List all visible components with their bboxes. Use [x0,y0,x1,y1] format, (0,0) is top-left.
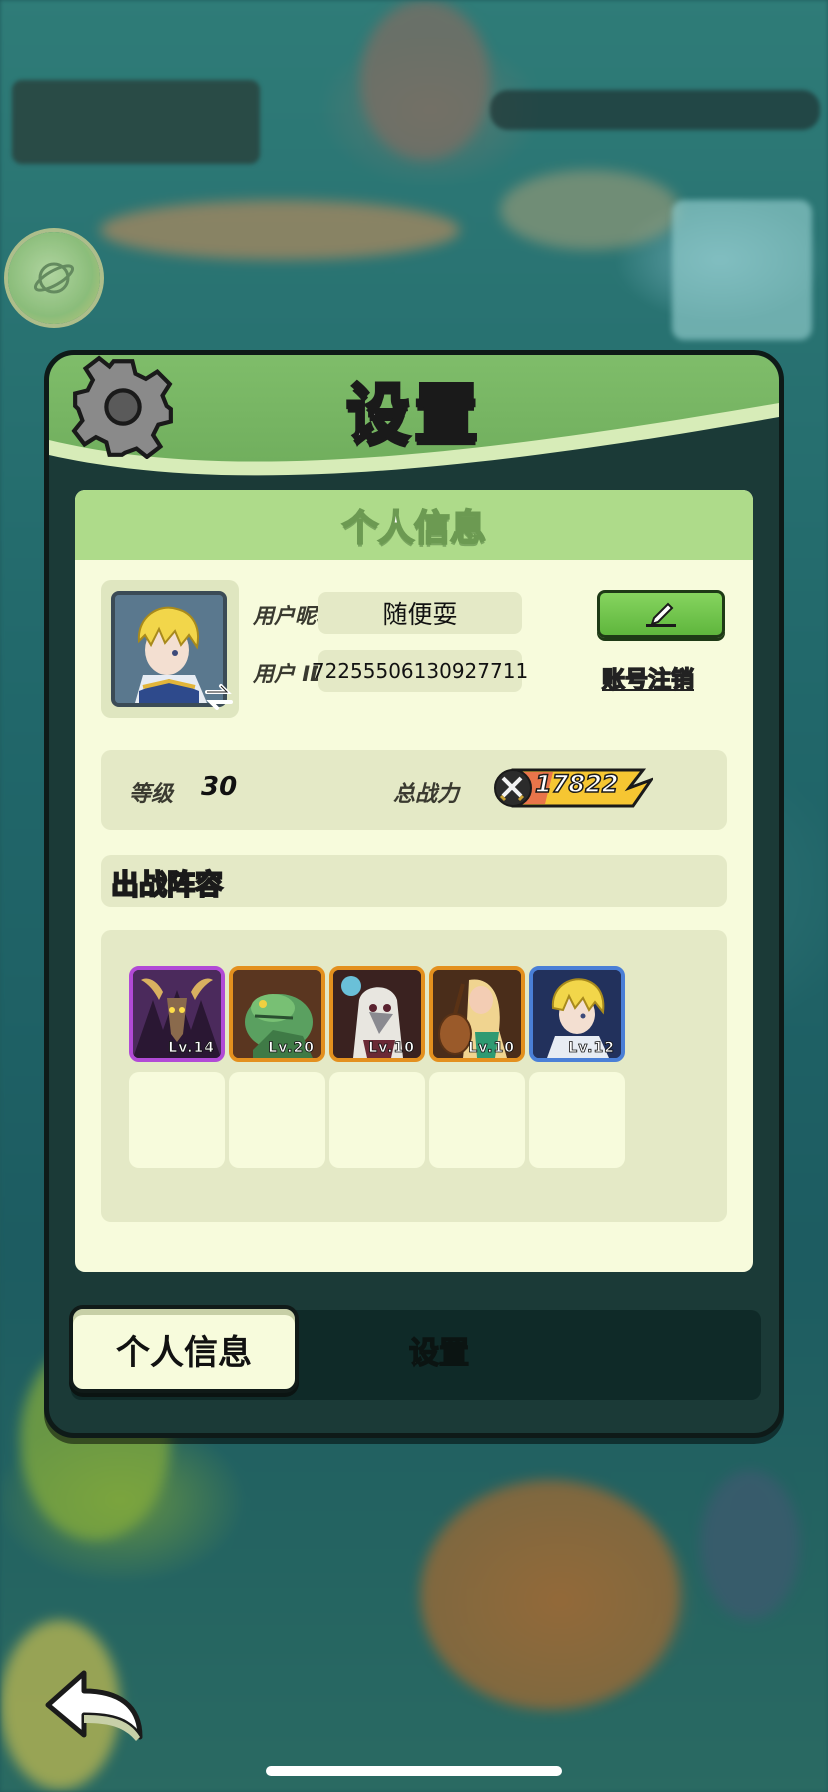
planet-icon[interactable] [8,232,100,324]
lineup-grid: Lv.14 Lv.20 Lv.10 Lv.10 Lv.12 [101,930,727,1222]
hero-level: Lv.12 [568,1040,615,1057]
empty-lineup-slot[interactable] [529,1072,625,1168]
dialog-header: 设置 [49,355,779,495]
edit-nickname-button[interactable] [597,590,725,638]
hero-card-blonde-knight[interactable]: Lv.12 [529,966,625,1062]
lineup-title: 出战阵容 [110,867,224,902]
resource-bar-blurred [490,90,820,130]
profile-panel: 个人信息 用户昵称 随便耍 用户 ID 72255506130927711 账号… [75,490,753,1272]
account-deletion-link[interactable]: 账号注销 [601,660,695,694]
back-arrow-icon[interactable] [40,1665,150,1745]
hero-card-goat-demon[interactable]: Lv.14 [129,966,225,1062]
hero-level: Lv.10 [368,1040,415,1057]
level-value: 30 [201,772,238,802]
power-label: 总战力 [393,782,460,807]
empty-lineup-slot[interactable] [329,1072,425,1168]
level-label: 等级 [129,782,174,807]
hero-card-plague-doctor[interactable]: Lv.10 [329,966,425,1062]
minimap-blurred [672,200,812,340]
profile-section-title: 个人信息 [75,490,753,560]
pencil-icon [646,602,676,627]
stats-bar: 等级 30 总战力 17822 [101,750,727,830]
empty-lineup-slot[interactable] [229,1072,325,1168]
home-indicator[interactable] [266,1766,562,1776]
user-id-field: 72255506130927711 [312,650,528,692]
switch-avatar-icon[interactable] [203,682,235,712]
power-value: 17822 [534,769,619,799]
hero-level: Lv.14 [168,1040,215,1057]
lineup-header: 出战阵容 [101,855,727,907]
settings-dialog: 设置 个人信息 用户昵称 随便耍 用户 ID 72255506130927711… [44,350,784,1438]
player-hud-blurred [12,80,260,164]
empty-lineup-slot[interactable] [429,1072,525,1168]
hero-card-lizard[interactable]: Lv.20 [229,966,325,1062]
hero-card-bard[interactable]: Lv.10 [429,966,525,1062]
tab-settings[interactable]: 设置 [329,1320,549,1380]
avatar-frame[interactable] [101,580,239,718]
hero-level: Lv.20 [268,1040,315,1057]
hero-level: Lv.10 [468,1040,515,1057]
tab-profile[interactable]: 个人信息 [69,1305,299,1393]
dialog-title: 设置 [345,377,482,454]
empty-lineup-slot[interactable] [129,1072,225,1168]
nickname-field: 随便耍 [318,592,522,634]
